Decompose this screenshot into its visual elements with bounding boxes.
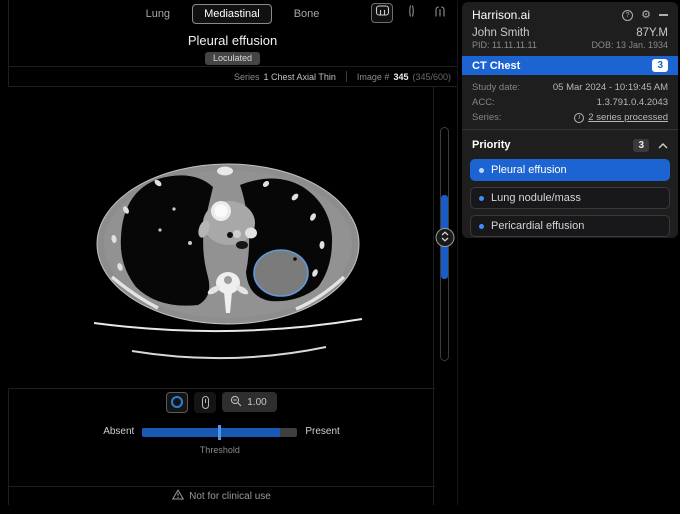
patient-age-sex: 87Y.M	[636, 27, 668, 39]
threshold-slider[interactable]: Threshold	[142, 428, 297, 437]
priority-item-label: Pleural effusion	[491, 164, 567, 176]
threshold-fill	[142, 428, 280, 437]
priority-header: Priority 3	[462, 130, 678, 159]
main-viewer-column: Lung Mediastinal Bone	[0, 0, 457, 514]
panel-header: Harrison.ai ? ⚙	[462, 2, 678, 24]
app-title: Harrison.ai	[472, 8, 530, 22]
settings-gear-icon[interactable]: ⚙	[641, 10, 651, 21]
series-processed-link[interactable]: 2 series processed	[588, 112, 668, 123]
up-down-chevrons-icon	[440, 229, 449, 247]
patient-info: John Smith 87Y.M PID: 11.11.11.11 DOB: 1…	[462, 24, 678, 56]
priority-title: Priority	[472, 139, 511, 151]
priority-item-label: Lung nodule/mass	[491, 192, 581, 204]
patient-id: PID: 11.11.11.11	[472, 40, 537, 50]
series-label: Series	[234, 72, 260, 82]
ct-viewport[interactable]	[8, 86, 457, 388]
ai-results-sidebar: Harrison.ai ? ⚙ John Smith 87Y.M PID: 11…	[458, 0, 680, 514]
absent-label: Absent	[103, 427, 134, 437]
threshold-marker[interactable]	[218, 425, 221, 440]
study-count-badge: 3	[652, 59, 668, 72]
ct-axial-image	[8, 87, 433, 389]
accession-value: 1.3.791.0.4.2043	[597, 97, 668, 108]
harrison-panel: Harrison.ai ? ⚙ John Smith 87Y.M PID: 11…	[462, 2, 678, 238]
priority-item-lung-nodule-mass[interactable]: Lung nodule/mass	[470, 187, 670, 209]
tab-bone[interactable]: Bone	[288, 5, 326, 23]
slice-slider[interactable]	[440, 127, 449, 361]
ct-image-canvas[interactable]	[8, 87, 433, 389]
patient-dob: DOB: 13 Jan. 1934	[591, 40, 668, 50]
image-number-label: Image #	[357, 72, 390, 82]
present-label: Present	[305, 427, 339, 437]
series-separator	[346, 71, 347, 82]
finding-title: Pleural effusion	[8, 28, 457, 48]
image-toolbar: 1.00	[8, 388, 435, 415]
zoom-level-value: 1.00	[247, 397, 266, 408]
series-count-label: Series:	[472, 112, 502, 123]
window-preset-bar: Lung Mediastinal Bone	[8, 0, 457, 28]
finding-header: Pleural effusion Loculated	[8, 28, 457, 66]
capsule-icon	[202, 396, 209, 409]
study-header-row[interactable]: CT Chest 3	[462, 56, 678, 75]
threshold-label: Threshold	[200, 445, 240, 455]
effusion-contour-overlay	[254, 250, 308, 296]
windowing-button[interactable]	[194, 392, 216, 413]
disclaimer-bar: Not for clinical use	[8, 487, 435, 505]
image-counter: (345/600)	[412, 72, 451, 82]
view-layout-buttons	[371, 3, 451, 23]
study-date-value: 05 Mar 2024 - 10:19:45 AM	[553, 82, 668, 93]
finding-dot-icon	[479, 224, 484, 229]
patient-name: John Smith	[472, 27, 530, 39]
warning-icon	[172, 489, 184, 503]
priority-count-badge: 3	[633, 139, 649, 152]
info-icon: i	[574, 113, 584, 123]
coronal-view-icon	[433, 4, 447, 23]
series-name: 1 Chest Axial Thin	[264, 72, 336, 82]
magnifier-icon	[230, 395, 242, 410]
chevron-up-icon[interactable]	[658, 136, 668, 154]
coronal-view-button[interactable]	[429, 3, 451, 23]
sagittal-view-icon	[405, 4, 418, 23]
sagittal-view-button[interactable]	[400, 3, 422, 23]
threshold-section: Absent Threshold Present	[8, 415, 435, 461]
image-number: 345	[393, 72, 408, 82]
axial-view-icon	[375, 4, 390, 22]
contour-toggle-button[interactable]	[166, 392, 188, 413]
priority-item-pericardial-effusion[interactable]: Pericardial effusion	[470, 215, 670, 237]
series-info-bar: Series 1 Chest Axial Thin Image # 345 (3…	[8, 66, 457, 86]
priority-item-label: Pericardial effusion	[491, 220, 584, 232]
priority-item-pleural-effusion[interactable]: Pleural effusion	[470, 159, 670, 181]
slice-slider-handle[interactable]	[435, 228, 454, 247]
axial-view-button[interactable]	[371, 3, 393, 23]
study-title: CT Chest	[472, 60, 520, 72]
zoom-level-control[interactable]: 1.00	[222, 392, 276, 412]
finding-dot-icon	[479, 168, 484, 173]
disclaimer-text: Not for clinical use	[189, 491, 271, 502]
study-details: Study date: 05 Mar 2024 - 10:19:45 AM AC…	[462, 75, 678, 129]
tab-lung[interactable]: Lung	[140, 5, 176, 23]
study-date-label: Study date:	[472, 82, 520, 93]
minimize-icon[interactable]	[659, 14, 668, 16]
harrison-ai-viewer-app: Lung Mediastinal Bone	[0, 0, 680, 514]
help-icon[interactable]: ?	[622, 10, 633, 21]
tab-mediastinal[interactable]: Mediastinal	[192, 4, 272, 24]
finding-dot-icon	[479, 196, 484, 201]
circle-contour-icon	[171, 396, 183, 408]
finding-subtype-badge: Loculated	[205, 52, 260, 65]
accession-label: ACC:	[472, 97, 495, 108]
